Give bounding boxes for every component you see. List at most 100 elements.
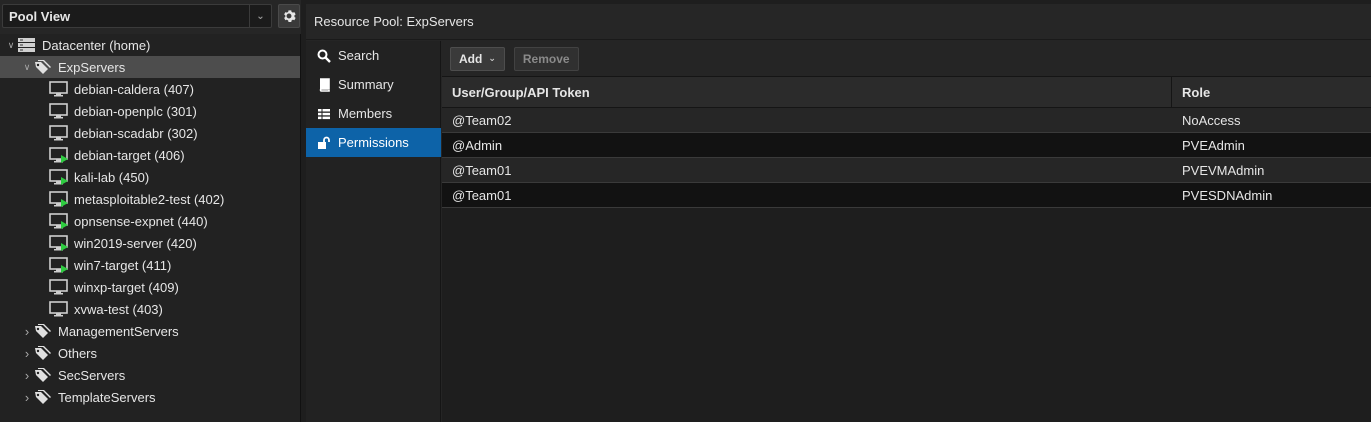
cell-user: @Team02 <box>452 112 512 128</box>
permissions-grid: User/Group/API Token Role @Team02 NoAcces… <box>442 77 1371 208</box>
tree-node-label: xvwa-test (403) <box>74 301 163 317</box>
tree-settings-button[interactable] <box>278 4 300 28</box>
tree-node-label: ManagementServers <box>58 323 179 339</box>
tree-node[interactable]: debian-scadabr (302) <box>0 122 301 144</box>
cell-role: PVESDNAdmin <box>1182 187 1273 203</box>
nav-item-label: Permissions <box>338 135 409 150</box>
tree-node-icon <box>32 323 54 339</box>
table-row[interactable]: @Admin PVEAdmin <box>442 133 1371 158</box>
tree-node[interactable]: › TemplateServers <box>0 386 301 408</box>
table-row[interactable]: @Team01 PVEVMAdmin <box>442 158 1371 183</box>
tree-node[interactable]: › SecServers <box>0 364 301 386</box>
search-icon <box>317 49 331 63</box>
remove-button[interactable]: Remove <box>513 46 579 71</box>
vm-stopped-icon <box>49 81 68 97</box>
view-select-label: Pool View <box>9 8 71 24</box>
remove-button-label: Remove <box>522 51 570 66</box>
vm-running-icon <box>49 191 68 207</box>
add-button[interactable]: Add ⌄ <box>450 46 505 71</box>
tree-node-label: winxp-target (409) <box>74 279 179 295</box>
tree-node[interactable]: ∨ Datacenter (home) <box>0 34 301 56</box>
datacenter-icon <box>18 38 35 52</box>
tree-node-label: Datacenter (home) <box>42 37 151 53</box>
tree-node-label: opnsense-expnet (440) <box>74 213 208 229</box>
table-row[interactable]: @Team01 PVESDNAdmin <box>442 183 1371 208</box>
view-select[interactable]: Pool View ⌄ <box>2 4 272 28</box>
tree-node[interactable]: ∨ ExpServers <box>0 56 300 78</box>
resource-tree-panel: Pool View ⌄ ∨ Datacenter (home) ∨ ExpServer… <box>0 0 301 422</box>
tree-node[interactable]: win7-target (411) <box>0 254 301 276</box>
tree-node-label: ExpServers <box>58 59 126 75</box>
vm-stopped-icon <box>49 103 68 119</box>
chevron-down-icon[interactable]: ⌄ <box>249 5 271 27</box>
tree-node-icon <box>16 37 38 53</box>
nav-item-search[interactable]: Search <box>306 41 440 70</box>
pool-tag-icon <box>35 346 51 360</box>
expand-arrow-icon[interactable]: ∨ <box>6 40 16 51</box>
tree-node[interactable]: opnsense-expnet (440) <box>0 210 301 232</box>
nav-item-summary[interactable]: Summary <box>306 70 440 99</box>
pool-tag-icon <box>35 324 51 338</box>
nav-item-icon <box>316 107 332 121</box>
tree-node-label: win7-target (411) <box>74 257 172 273</box>
collapse-arrow-icon[interactable]: › <box>22 390 32 405</box>
tree-node-icon <box>48 279 70 295</box>
vm-running-icon <box>49 169 68 185</box>
vm-running-icon <box>49 257 68 273</box>
vm-stopped-icon <box>49 125 68 141</box>
grid-body: @Team02 NoAccess @Admin PVEAdmin @Team01 PVEV… <box>442 108 1371 208</box>
column-header-role[interactable]: Role <box>1172 77 1371 107</box>
vm-stopped-icon <box>49 301 68 317</box>
vm-running-icon <box>49 213 68 229</box>
tree-node[interactable]: winxp-target (409) <box>0 276 301 298</box>
tree-node[interactable]: › Others <box>0 342 301 364</box>
tree-node[interactable]: xvwa-test (403) <box>0 298 301 320</box>
tree-node[interactable]: › ManagementServers <box>0 320 301 342</box>
nav-item-label: Summary <box>338 77 394 92</box>
tree-node[interactable]: win2019-server (420) <box>0 232 301 254</box>
collapse-arrow-icon[interactable]: › <box>22 324 32 339</box>
tree-node[interactable]: debian-caldera (407) <box>0 78 301 100</box>
tree-node-icon <box>48 147 70 163</box>
collapse-arrow-icon[interactable]: › <box>22 368 32 383</box>
main-panel: Resource Pool: ExpServers Search Summary M… <box>306 4 1371 422</box>
table-row[interactable]: @Team02 NoAccess <box>442 108 1371 133</box>
book-icon <box>319 77 330 92</box>
permissions-toolbar: Add ⌄ Remove <box>442 41 1371 77</box>
expand-arrow-icon[interactable]: ∨ <box>22 62 32 73</box>
tree-node-label: debian-openplc (301) <box>74 103 197 119</box>
tree-node[interactable]: kali-lab (450) <box>0 166 301 188</box>
tree-node-icon <box>48 103 70 119</box>
vm-running-icon <box>49 147 68 163</box>
view-selector-bar: Pool View ⌄ <box>0 0 301 34</box>
pool-tag-icon <box>35 60 51 74</box>
nav-item-icon <box>316 77 332 92</box>
tree-node-label: debian-scadabr (302) <box>74 125 198 141</box>
tree-node-icon <box>32 345 54 361</box>
tree-node-label: debian-caldera (407) <box>74 81 194 97</box>
tree-node[interactable]: debian-target (406) <box>0 144 301 166</box>
gear-icon <box>284 10 296 23</box>
tree-node-icon <box>32 389 54 405</box>
vm-stopped-icon <box>49 279 68 295</box>
tree-node[interactable]: metasploitable2-test (402) <box>0 188 301 210</box>
column-header-user[interactable]: User/Group/API Token <box>442 77 1172 107</box>
nav-item-members[interactable]: Members <box>306 99 440 128</box>
pool-tag-icon <box>35 368 51 382</box>
resource-tree: ∨ Datacenter (home) ∨ ExpServers debian-cald… <box>0 34 301 408</box>
tree-node[interactable]: debian-openplc (301) <box>0 100 301 122</box>
grid-icon <box>318 108 330 119</box>
tree-node-icon <box>48 257 70 273</box>
tree-node-icon <box>48 213 70 229</box>
permissions-content: Add ⌄ Remove User/Group/API Token Role @… <box>442 41 1371 422</box>
tree-node-label: debian-target (406) <box>74 147 185 163</box>
tree-node-icon <box>48 235 70 251</box>
grid-header: User/Group/API Token Role <box>442 77 1371 108</box>
tree-node-icon <box>48 81 70 97</box>
collapse-arrow-icon[interactable]: › <box>22 346 32 361</box>
chevron-down-icon: ⌄ <box>488 53 496 63</box>
cell-role: NoAccess <box>1182 112 1241 128</box>
tree-node-label: TemplateServers <box>58 389 156 405</box>
nav-item-permissions[interactable]: Permissions <box>306 128 441 157</box>
nav-item-icon <box>316 136 332 150</box>
